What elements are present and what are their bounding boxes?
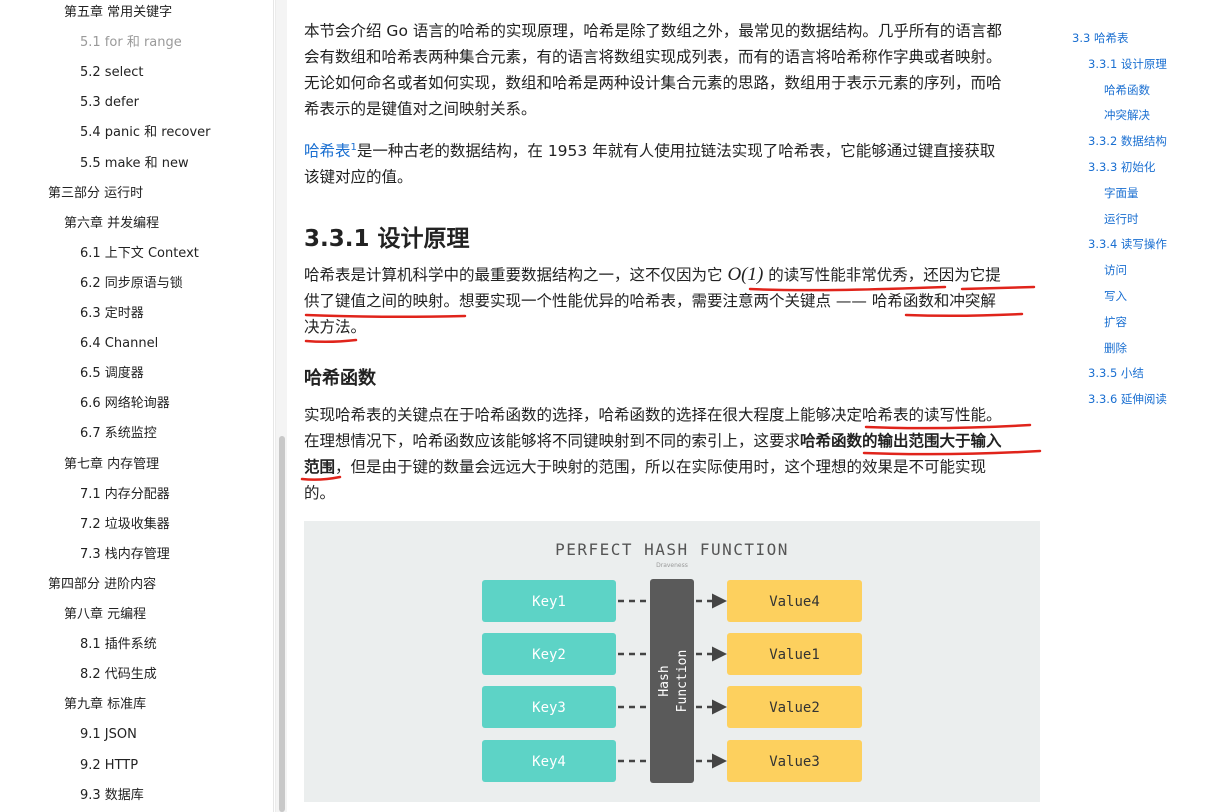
sidebar-item[interactable]: 第九章 标准库 <box>64 696 146 714</box>
sidebar-item[interactable]: 6.3 定时器 <box>80 305 144 323</box>
perfect-hash-diagram: PERFECT HASH FUNCTION Draveness Hash Fun… <box>304 521 1040 802</box>
page-toc-item[interactable]: 删除 <box>1104 340 1127 356</box>
sidebar-item[interactable]: 7.1 内存分配器 <box>80 486 170 504</box>
sidebar-item[interactable]: 6.5 调度器 <box>80 365 144 383</box>
sidebar-item[interactable]: 5.4 panic 和 recover <box>80 124 210 142</box>
sidebar-item[interactable]: 7.2 垃圾收集器 <box>80 516 170 534</box>
page-toc-item[interactable]: 3.3.4 读写操作 <box>1088 236 1167 252</box>
sidebar-item[interactable]: 9.1 JSON <box>80 726 137 744</box>
design-text: 决方法。 <box>304 318 367 336</box>
key-label: Key2 <box>532 647 566 663</box>
hash-bold-text: 范围 <box>304 458 336 476</box>
key-label: Key4 <box>532 754 566 770</box>
hash-text: ，但是由于键的数量会远远大于映射的范围，所以在实际使用时，这个理想的效果是不可能… <box>335 458 987 476</box>
diagram-watermark: Draveness <box>656 562 688 569</box>
sidebar-item[interactable]: 第四部分 进阶内容 <box>48 576 156 594</box>
scrollbar-thumb[interactable] <box>279 436 285 812</box>
page-toc-item[interactable]: 字面量 <box>1104 185 1139 201</box>
sidebar-item[interactable]: 8.2 代码生成 <box>80 666 157 684</box>
value-label: Value1 <box>769 647 820 663</box>
sidebar-item[interactable]: 第七章 内存管理 <box>64 456 159 474</box>
sidebar-item[interactable]: 第五章 常用关键字 <box>64 4 172 22</box>
sidebar-item[interactable]: 第八章 元编程 <box>64 606 146 624</box>
values-group: Value4 Value1 Value2 Value3 <box>727 580 862 782</box>
diagram-title: PERFECT HASH FUNCTION <box>555 540 789 559</box>
page-toc-item[interactable]: 3.3 哈希表 <box>1072 30 1128 46</box>
page-toc-item[interactable]: 运行时 <box>1104 211 1139 227</box>
sidebar-item[interactable]: 第三部分 运行时 <box>48 185 143 203</box>
sidebar-scrollbar[interactable] <box>275 0 287 812</box>
design-text: 供了键值之间的映射。想要实现一个性能优异的哈希表，需要注意两个关键点 —— 哈希… <box>304 292 996 310</box>
hashtable-link[interactable]: 哈希表 <box>304 142 351 160</box>
sidebar-toc: 第五章 常用关键字 5.1 for 和 range 5.2 select 5.3 de… <box>0 0 274 812</box>
hash-function-label: Function <box>675 650 690 713</box>
design-text: 哈希表是计算机科学中的最重要数据结构之一，这不仅因为它 <box>304 266 728 284</box>
intro-line: 无论如何命名或者如何实现，数组和哈希是两种设计集合元素的思路，数组用于表示元素的… <box>304 74 1002 92</box>
page-toc-item[interactable]: 3.3.2 数据结构 <box>1088 133 1167 149</box>
value-label: Value3 <box>769 754 820 770</box>
page-toc-item[interactable]: 哈希函数 <box>1104 82 1150 98</box>
hash-function-label: Hash <box>657 665 672 696</box>
sidebar-item[interactable]: 6.1 上下文 Context <box>80 245 199 263</box>
sidebar-item[interactable]: 5.5 make 和 new <box>80 155 189 173</box>
key-label: Key3 <box>532 700 566 716</box>
page-toc-item[interactable]: 扩容 <box>1104 314 1127 330</box>
sidebar-item[interactable]: 6.4 Channel <box>80 335 158 353</box>
page-toc-item[interactable]: 写入 <box>1104 288 1127 304</box>
page-toc-item[interactable]: 3.3.5 小结 <box>1088 365 1144 381</box>
sidebar-item[interactable]: 5.2 select <box>80 64 143 82</box>
keys-group: Key1 Key2 Key3 Key4 <box>482 580 616 782</box>
page-toc-item[interactable]: 冲突解决 <box>1104 107 1150 123</box>
sidebar-item[interactable]: 6.2 同步原语与锁 <box>80 275 183 293</box>
hash-text: 在理想情况下，哈希函数应该能够将不同键映射到不同的索引上，这要求 <box>304 432 801 450</box>
sidebar-item[interactable]: 8.1 插件系统 <box>80 636 157 654</box>
design-text: 的读写性能非常优秀，还因为它提 <box>763 266 1001 284</box>
design-paragraph: 哈希表是计算机科学中的最重要数据结构之一，这不仅因为它 O(1) 的读写性能非常… <box>304 262 1040 340</box>
hash-text: 实现哈希表的关键点在于哈希函数的选择，哈希函数的选择在很大程度上能够决定哈希表的… <box>304 406 1002 424</box>
sidebar-item[interactable]: 第六章 并发编程 <box>64 215 159 233</box>
hashtable-text: 是一种古老的数据结构，在 1953 年就有人使用拉链法实现了哈希表，它能够通过键… <box>356 142 996 161</box>
hash-bold-text: 哈希函数的输出范围大于输入 <box>800 432 1002 450</box>
intro-line: 会有数组和哈希表两种集合元素，有的语言将数组实现成列表，而有的语言将哈希称作字典… <box>304 48 1002 66</box>
page-toc-item[interactable]: 3.3.6 延伸阅读 <box>1088 391 1167 407</box>
hash-paragraph: 实现哈希表的关键点在于哈希函数的选择，哈希函数的选择在很大程度上能够决定哈希表的… <box>304 402 1040 506</box>
page-toc-item[interactable]: 3.3.3 初始化 <box>1088 159 1155 175</box>
intro-paragraph: 本节会介绍 Go 语言的哈希的实现原理，哈希是除了数组之外，最常见的数据结构。几… <box>304 18 1040 122</box>
math-expression: O(1) <box>727 264 764 285</box>
value-label: Value2 <box>769 700 820 716</box>
sidebar-item[interactable]: 5.1 for 和 range <box>80 34 182 52</box>
page-toc-item[interactable]: 访问 <box>1104 262 1127 278</box>
diagram-svg: PERFECT HASH FUNCTION Draveness Hash Fun… <box>482 540 862 783</box>
sidebar-item[interactable]: 9.3 数据库 <box>80 787 144 805</box>
hash-text: 的。 <box>304 484 336 502</box>
subsection-title: 哈希函数 <box>304 368 376 389</box>
sidebar-item[interactable]: 7.3 栈内存管理 <box>80 546 170 564</box>
sidebar-item[interactable]: 9.2 HTTP <box>80 757 138 775</box>
key-label: Key1 <box>532 594 566 610</box>
hashtable-text: 该键对应的值。 <box>304 168 413 187</box>
page-toc-item[interactable]: 3.3.1 设计原理 <box>1088 56 1167 72</box>
sidebar-item[interactable]: 6.7 系统监控 <box>80 425 157 443</box>
intro-line: 本节会介绍 Go 语言的哈希的实现原理，哈希是除了数组之外，最常见的数据结构。几… <box>304 22 1002 40</box>
sidebar-item[interactable]: 6.6 网络轮询器 <box>80 395 170 413</box>
value-label: Value4 <box>769 594 820 610</box>
section-title: 3.3.1 设计原理 <box>304 226 470 252</box>
intro-line: 希表示的是键值对之间映射关系。 <box>304 100 537 118</box>
sidebar-item[interactable]: 5.3 defer <box>80 94 139 112</box>
hashtable-paragraph: 哈希表1是一种古老的数据结构，在 1953 年就有人使用拉链法实现了哈希表，它能… <box>304 135 1040 190</box>
